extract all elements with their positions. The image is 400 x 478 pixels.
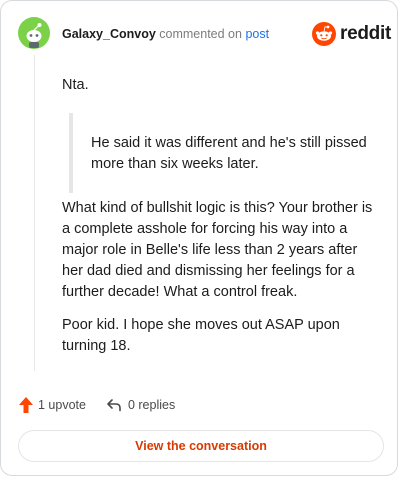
reddit-logo[interactable]: reddit [312,22,391,46]
comment-body-intro: Nta. [62,75,374,96]
upvote-arrow-icon [19,397,33,413]
comment-actions: 1 upvote 0 replies [18,396,175,414]
quote-text: He said it was different and he's still … [91,135,367,172]
reddit-snoo-icon [312,22,336,46]
post-link[interactable]: post [245,27,269,41]
replies-count: 0 replies [127,398,176,412]
upvote-button[interactable]: 1 upvote [18,396,86,414]
avatar[interactable] [18,17,50,49]
commented-label: commented on [159,27,242,41]
comment-header: Galaxy_Convoy commented on post [62,26,269,42]
view-conversation-button[interactable]: View the conversation [18,430,384,462]
thread-line [34,55,35,371]
comment-first-line: Nta. [62,77,89,93]
replies-button[interactable]: 0 replies [106,397,175,413]
reply-arrow-icon [107,399,121,412]
blockquote: He said it was different and he's still … [69,113,369,193]
comment-embed-card: Galaxy_Convoy commented on post reddit N… [0,0,398,476]
comment-paragraph: What kind of bullshit logic is this? You… [62,200,373,300]
username[interactable]: Galaxy_Convoy [62,27,156,41]
reddit-wordmark: reddit [340,23,391,44]
snoo-avatar-icon [18,17,50,49]
upvote-count: 1 upvote [38,398,86,412]
comment-paragraph: Poor kid. I hope she moves out ASAP upon… [62,317,340,354]
